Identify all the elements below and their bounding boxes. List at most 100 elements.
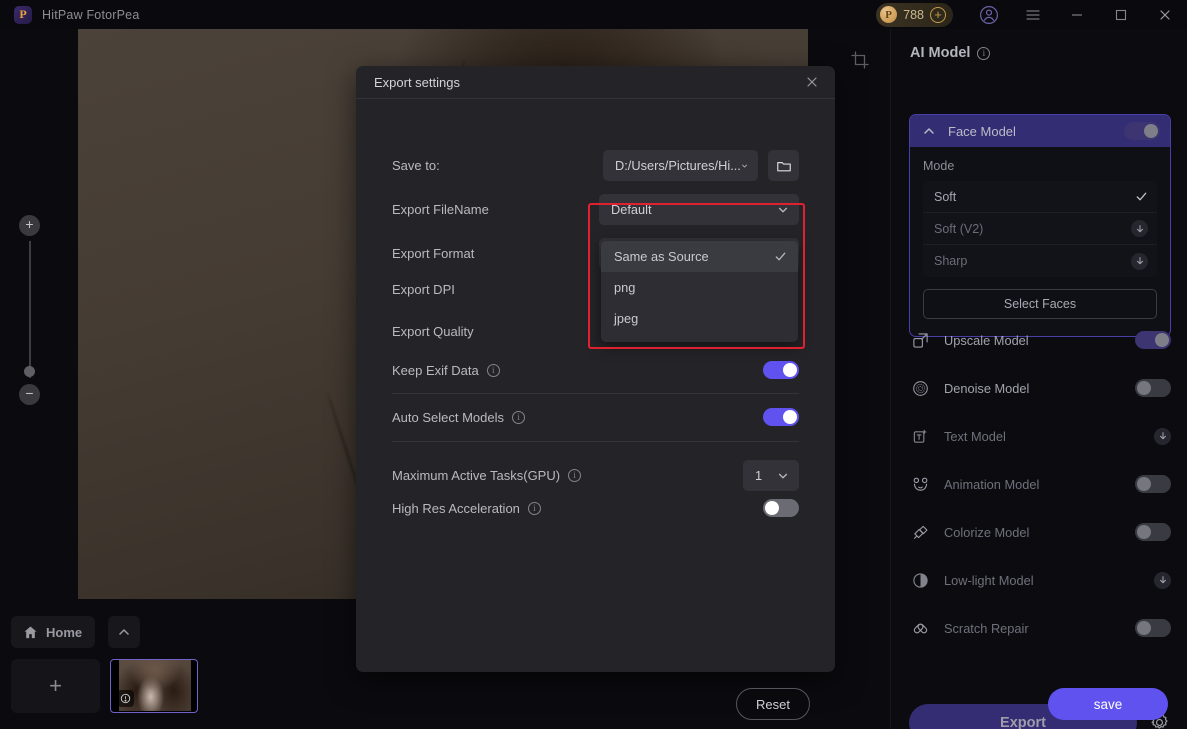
dialog-body: Save to: D:/Users/Pictures/Hi... Export … bbox=[356, 99, 835, 639]
info-icon[interactable]: i bbox=[486, 363, 500, 377]
row-label-text: Auto Select Models bbox=[392, 409, 505, 425]
zoom-out-button[interactable]: − bbox=[19, 384, 40, 405]
zoom-in-button[interactable]: + bbox=[19, 215, 40, 236]
keep-exif-toggle[interactable] bbox=[763, 361, 799, 379]
animation-toggle[interactable] bbox=[1135, 475, 1171, 493]
title-bar-right: P 788 + bbox=[876, 0, 1187, 29]
mode-option-sharp[interactable]: Sharp bbox=[923, 245, 1157, 277]
face-model-header[interactable]: Face Model bbox=[910, 115, 1170, 147]
model-row-colorize[interactable]: Colorize Model bbox=[909, 517, 1171, 547]
close-icon[interactable] bbox=[1143, 0, 1187, 29]
add-image-button[interactable]: + bbox=[11, 659, 100, 713]
export-format-dropdown-menu[interactable]: Same as Source png jpeg bbox=[601, 241, 798, 342]
ai-model-panel: AI Model i Face Model Mode Soft Soft (V2… bbox=[890, 29, 1187, 729]
browse-folder-button[interactable] bbox=[768, 150, 799, 181]
zoom-slider[interactable]: + − bbox=[19, 215, 41, 405]
application-window: P HitPaw FotorPea P 788 + + − Home + AI … bbox=[0, 0, 1187, 729]
format-option-same-as-source[interactable]: Same as Source bbox=[601, 241, 798, 272]
high-res-acceleration-toggle[interactable] bbox=[763, 499, 799, 517]
reset-button[interactable]: Reset bbox=[736, 688, 810, 720]
add-credits-icon[interactable]: + bbox=[930, 6, 946, 23]
row-max-active-tasks: Maximum Active Tasks(GPU) i 1 bbox=[392, 460, 799, 491]
info-icon[interactable]: i bbox=[568, 469, 582, 482]
download-icon[interactable] bbox=[1154, 571, 1171, 589]
export-filename-select[interactable]: Default bbox=[599, 194, 799, 225]
row-label-text: Maximum Active Tasks(GPU) bbox=[392, 468, 561, 483]
info-icon[interactable]: i bbox=[527, 501, 541, 515]
row-label-text: Keep Exif Data bbox=[392, 362, 479, 378]
colorize-icon bbox=[909, 521, 931, 543]
crop-icon[interactable] bbox=[850, 50, 874, 74]
dialog-header: Export settings bbox=[356, 66, 835, 99]
text-icon bbox=[909, 425, 931, 447]
model-row-text[interactable]: Text Model bbox=[909, 421, 1171, 451]
model-row-animation[interactable]: Animation Model bbox=[909, 469, 1171, 499]
upscale-toggle[interactable] bbox=[1135, 331, 1171, 349]
format-option-png[interactable]: png bbox=[601, 272, 798, 303]
mode-name: Sharp bbox=[934, 254, 968, 268]
coin-icon: P bbox=[880, 6, 898, 23]
maximize-icon[interactable] bbox=[1099, 0, 1143, 29]
collapse-tray-button[interactable] bbox=[108, 616, 140, 648]
row-keep-exif: Keep Exif Data i bbox=[392, 361, 799, 379]
lowlight-icon bbox=[909, 569, 931, 591]
zoom-track[interactable] bbox=[29, 241, 31, 378]
option-label: Same as Source bbox=[614, 249, 709, 264]
auto-select-models-toggle[interactable] bbox=[763, 408, 799, 426]
home-button[interactable]: Home bbox=[11, 616, 95, 648]
folder-icon bbox=[776, 161, 791, 171]
save-to-select[interactable]: D:/Users/Pictures/Hi... bbox=[603, 150, 758, 181]
row-label: Save to: bbox=[392, 158, 440, 173]
row-label: Maximum Active Tasks(GPU) i bbox=[392, 468, 582, 483]
menu-icon[interactable] bbox=[1011, 0, 1055, 29]
colorize-toggle[interactable] bbox=[1135, 523, 1171, 541]
row-high-res-acceleration: High Res Acceleration i bbox=[392, 499, 799, 517]
max-active-tasks-value: 1 bbox=[755, 468, 763, 483]
row-export-filename: Export FileName Default bbox=[392, 194, 799, 225]
check-icon bbox=[1136, 192, 1147, 201]
chevron-down-icon bbox=[778, 473, 788, 479]
download-icon[interactable] bbox=[1131, 252, 1148, 270]
chevron-up-icon bbox=[924, 128, 934, 134]
option-label: png bbox=[614, 280, 636, 295]
model-row-lowlight[interactable]: Low-light Model bbox=[909, 565, 1171, 595]
model-label: Text Model bbox=[944, 428, 1006, 444]
zoom-knob[interactable] bbox=[24, 366, 35, 377]
upscale-icon bbox=[909, 329, 931, 351]
face-model-toggle[interactable] bbox=[1124, 122, 1160, 140]
select-faces-button[interactable]: Select Faces bbox=[923, 289, 1157, 319]
scratch-toggle[interactable] bbox=[1135, 619, 1171, 637]
model-label: Denoise Model bbox=[944, 380, 1030, 396]
divider bbox=[392, 393, 799, 394]
export-settings-dialog: Export settings Save to: D:/Users/Pictur… bbox=[356, 66, 1168, 720]
chevron-down-icon bbox=[741, 164, 747, 167]
dialog-title: Export settings bbox=[374, 74, 460, 90]
export-filename-value: Default bbox=[611, 202, 652, 217]
model-label: Low-light Model bbox=[944, 572, 1034, 588]
row-label: Keep Exif Data i bbox=[392, 363, 500, 378]
download-icon[interactable] bbox=[1154, 427, 1171, 445]
divider bbox=[392, 441, 799, 442]
info-icon[interactable]: i bbox=[512, 410, 526, 424]
account-icon[interactable] bbox=[967, 0, 1011, 29]
credits-pill[interactable]: P 788 + bbox=[876, 2, 953, 27]
mode-option-soft[interactable]: Soft bbox=[923, 181, 1157, 213]
model-row-upscale[interactable]: Upscale Model bbox=[909, 325, 1171, 355]
image-thumbnail[interactable] bbox=[110, 659, 198, 713]
close-icon[interactable] bbox=[801, 71, 823, 93]
app-logo-icon: P bbox=[14, 5, 32, 24]
max-active-tasks-select[interactable]: 1 bbox=[743, 460, 799, 491]
download-icon[interactable] bbox=[1131, 220, 1148, 237]
model-row-denoise[interactable]: Denoise Model bbox=[909, 373, 1171, 403]
minimize-icon[interactable] bbox=[1055, 0, 1099, 29]
face-model-body: Mode Soft Soft (V2) Sharp Select Faces bbox=[910, 147, 1170, 319]
mode-option-soft-v2[interactable]: Soft (V2) bbox=[923, 213, 1157, 245]
info-badge-icon[interactable] bbox=[117, 690, 134, 707]
format-option-jpeg[interactable]: jpeg bbox=[601, 303, 798, 334]
denoise-toggle[interactable] bbox=[1135, 379, 1171, 397]
model-row-scratch[interactable]: Scratch Repair bbox=[909, 613, 1171, 643]
save-button[interactable]: save bbox=[1048, 688, 1168, 720]
mode-name: Soft bbox=[934, 189, 957, 204]
info-icon[interactable]: i bbox=[977, 46, 991, 60]
mode-name: Soft (V2) bbox=[934, 221, 984, 236]
